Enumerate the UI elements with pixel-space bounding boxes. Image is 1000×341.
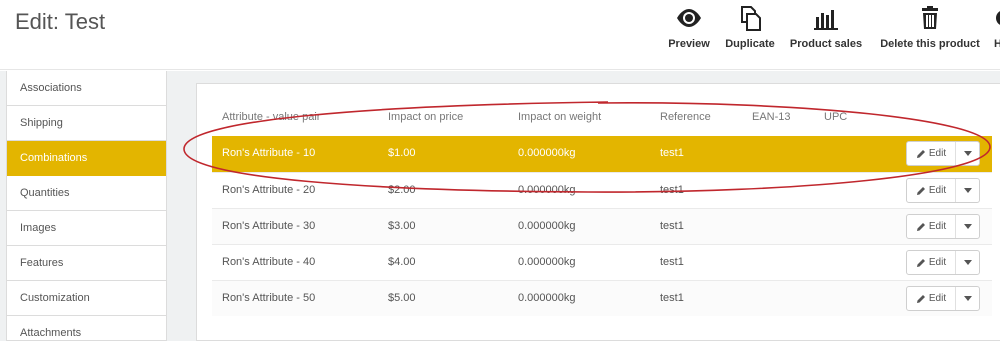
circle-icon xyxy=(996,11,1000,25)
edit-button[interactable]: Edit xyxy=(907,142,956,165)
header-impact-weight: Impact on weight xyxy=(518,111,602,123)
duplicate-label: Duplicate xyxy=(725,38,775,50)
edit-label: Edit xyxy=(928,148,947,159)
page-header: Edit: Test Preview Duplicate Product sal… xyxy=(0,0,1000,70)
header-impact-price: Impact on price xyxy=(388,111,464,123)
cell-attribute: Ron's Attribute - 50 xyxy=(222,292,316,304)
cell-reference: test1 xyxy=(660,184,684,196)
pencil-icon xyxy=(916,258,925,267)
edit-button[interactable]: Edit xyxy=(907,251,956,274)
copy-icon xyxy=(741,6,761,31)
cell-weight: 0.000000kg xyxy=(518,147,576,159)
trash-icon xyxy=(922,6,938,29)
caret-down-icon xyxy=(963,224,972,229)
help-label-partial: H xyxy=(994,38,1000,50)
sidebar-item-combinations[interactable]: Combinations xyxy=(7,141,166,176)
bar-chart-icon xyxy=(814,10,838,30)
cell-attribute: Ron's Attribute - 40 xyxy=(222,256,316,268)
header-ean13: EAN-13 xyxy=(752,111,791,123)
cell-price: $2.00 xyxy=(388,184,416,196)
delete-product-button[interactable]: Delete this product xyxy=(874,4,986,54)
edit-button-group: Edit xyxy=(906,214,980,239)
table-row[interactable]: Ron's Attribute - 20 $2.00 0.000000kg te… xyxy=(212,172,992,208)
preview-button[interactable]: Preview xyxy=(665,4,713,54)
help-button[interactable]: H xyxy=(992,4,1000,54)
product-sales-button[interactable]: Product sales xyxy=(787,4,865,54)
sidebar-item-associations[interactable]: Associations xyxy=(7,71,166,106)
pencil-icon xyxy=(916,222,925,231)
cell-weight: 0.000000kg xyxy=(518,292,576,304)
edit-dropdown-toggle[interactable] xyxy=(956,179,979,202)
edit-label: Edit xyxy=(928,221,947,232)
edit-button-group: Edit xyxy=(906,141,980,166)
caret-down-icon xyxy=(963,151,972,156)
table-row[interactable]: Ron's Attribute - 40 $4.00 0.000000kg te… xyxy=(212,244,992,280)
combinations-panel: Attribute - value pair Impact on price I… xyxy=(196,83,1000,341)
sidebar-item-shipping[interactable]: Shipping xyxy=(7,106,166,141)
pencil-icon xyxy=(916,186,925,195)
preview-label: Preview xyxy=(668,38,710,50)
edit-dropdown-toggle[interactable] xyxy=(956,215,979,238)
edit-button[interactable]: Edit xyxy=(907,287,956,310)
eye-icon xyxy=(677,9,701,27)
edit-button[interactable]: Edit xyxy=(907,215,956,238)
edit-dropdown-toggle[interactable] xyxy=(956,251,979,274)
duplicate-button[interactable]: Duplicate xyxy=(722,4,778,54)
header-upc: UPC xyxy=(824,111,848,123)
table-header: Attribute - value pair Impact on price I… xyxy=(212,111,992,131)
table-row[interactable]: Ron's Attribute - 30 $3.00 0.000000kg te… xyxy=(212,208,992,244)
header-attribute: Attribute - value pair xyxy=(222,111,321,123)
caret-down-icon xyxy=(963,188,972,193)
cell-weight: 0.000000kg xyxy=(518,256,576,268)
edit-dropdown-toggle[interactable] xyxy=(956,287,979,310)
cell-price: $4.00 xyxy=(388,256,416,268)
sidebar: Associations Shipping Combinations Quant… xyxy=(6,71,167,341)
caret-down-icon xyxy=(963,296,972,301)
cell-weight: 0.000000kg xyxy=(518,184,576,196)
cell-price: $3.00 xyxy=(388,220,416,232)
cell-reference: test1 xyxy=(660,147,684,159)
edit-dropdown-toggle[interactable] xyxy=(956,142,979,165)
cell-reference: test1 xyxy=(660,292,684,304)
cell-attribute: Ron's Attribute - 10 xyxy=(222,147,316,159)
edit-button[interactable]: Edit xyxy=(907,179,956,202)
edit-button-group: Edit xyxy=(906,286,980,311)
caret-down-icon xyxy=(963,260,972,265)
sidebar-item-features[interactable]: Features xyxy=(7,246,166,281)
delete-product-label: Delete this product xyxy=(880,38,980,50)
edit-button-group: Edit xyxy=(906,178,980,203)
cell-reference: test1 xyxy=(660,220,684,232)
table-row[interactable]: Ron's Attribute - 10 $1.00 0.000000kg te… xyxy=(212,136,992,172)
pencil-icon xyxy=(916,149,925,158)
cell-reference: test1 xyxy=(660,256,684,268)
pencil-icon xyxy=(916,294,925,303)
edit-label: Edit xyxy=(928,257,947,268)
toolbar: Preview Duplicate Product sales Delete t… xyxy=(0,0,1000,70)
sidebar-item-customization[interactable]: Customization xyxy=(7,281,166,316)
table-row[interactable]: Ron's Attribute - 50 $5.00 0.000000kg te… xyxy=(212,280,992,316)
cell-price: $5.00 xyxy=(388,292,416,304)
cell-attribute: Ron's Attribute - 30 xyxy=(222,220,316,232)
cell-price: $1.00 xyxy=(388,147,416,159)
product-sales-label: Product sales xyxy=(789,38,863,50)
cell-weight: 0.000000kg xyxy=(518,220,576,232)
cell-attribute: Ron's Attribute - 20 xyxy=(222,184,316,196)
edit-label: Edit xyxy=(928,185,947,196)
header-reference: Reference xyxy=(660,111,711,123)
sidebar-item-attachments[interactable]: Attachments xyxy=(7,316,166,341)
edit-label: Edit xyxy=(928,293,947,304)
edit-button-group: Edit xyxy=(906,250,980,275)
sidebar-item-quantities[interactable]: Quantities xyxy=(7,176,166,211)
sidebar-item-images[interactable]: Images xyxy=(7,211,166,246)
